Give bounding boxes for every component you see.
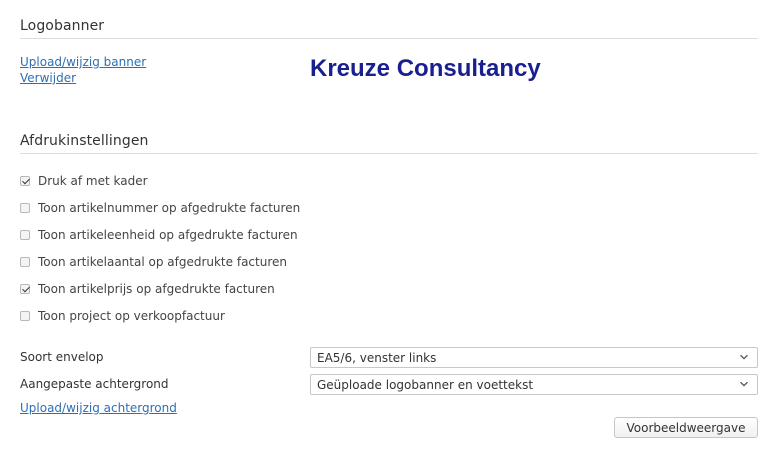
option-show-article-unit[interactable]: Toon artikeleenheid op afgedrukte factur… [20,227,298,243]
show-article-price-label: Toon artikelprijs op afgedrukte facturen [38,282,275,296]
show-article-quantity-checkbox[interactable] [20,257,30,267]
logo-banner-preview: Kreuze Consultancy [310,55,541,82]
remove-banner-link[interactable]: Verwijder [20,71,76,85]
show-article-unit-checkbox[interactable] [20,230,30,240]
print-settings-divider [20,153,758,154]
option-show-article-number[interactable]: Toon artikelnummer op afgedrukte facture… [20,200,300,216]
custom-background-label: Aangepaste achtergrond [20,377,169,391]
option-show-article-quantity[interactable]: Toon artikelaantal op afgedrukte facture… [20,254,287,270]
custom-background-select[interactable]: Geüploade logobanner en voettekst [310,374,758,395]
option-show-article-price[interactable]: Toon artikelprijs op afgedrukte facturen [20,281,275,297]
show-article-number-checkbox[interactable] [20,203,30,213]
show-article-price-checkbox[interactable] [20,284,30,294]
print-settings-section-title: Afdrukinstellingen [20,133,149,149]
envelope-type-select[interactable]: EA5/6, venster links [310,347,758,368]
chevron-down-icon [740,354,748,360]
show-article-unit-label: Toon artikeleenheid op afgedrukte factur… [38,228,298,242]
chevron-down-icon [740,381,748,387]
logobanner-section-title: Logobanner [20,18,105,34]
envelope-type-label: Soort envelop [20,350,104,364]
print-with-frame-checkbox[interactable] [20,176,30,186]
custom-background-value: Geüploade logobanner en voettekst [317,377,534,392]
show-article-number-label: Toon artikelnummer op afgedrukte facture… [38,201,301,215]
show-project-label: Toon project op verkoopfactuur [38,309,225,323]
show-article-quantity-label: Toon artikelaantal op afgedrukte facture… [38,255,287,269]
logobanner-divider [20,38,758,39]
show-project-checkbox[interactable] [20,311,30,321]
option-show-project[interactable]: Toon project op verkoopfactuur [20,308,225,324]
upload-banner-link[interactable]: Upload/wijzig banner [20,55,146,69]
upload-background-link[interactable]: Upload/wijzig achtergrond [20,401,177,415]
preview-button[interactable]: Voorbeeldweergave [614,417,758,438]
invoice-layout-settings: Logobanner Upload/wijzig banner Verwijde… [0,0,776,456]
envelope-type-value: EA5/6, venster links [317,350,437,365]
option-print-with-frame[interactable]: Druk af met kader [20,173,148,189]
print-with-frame-label: Druk af met kader [38,174,148,188]
